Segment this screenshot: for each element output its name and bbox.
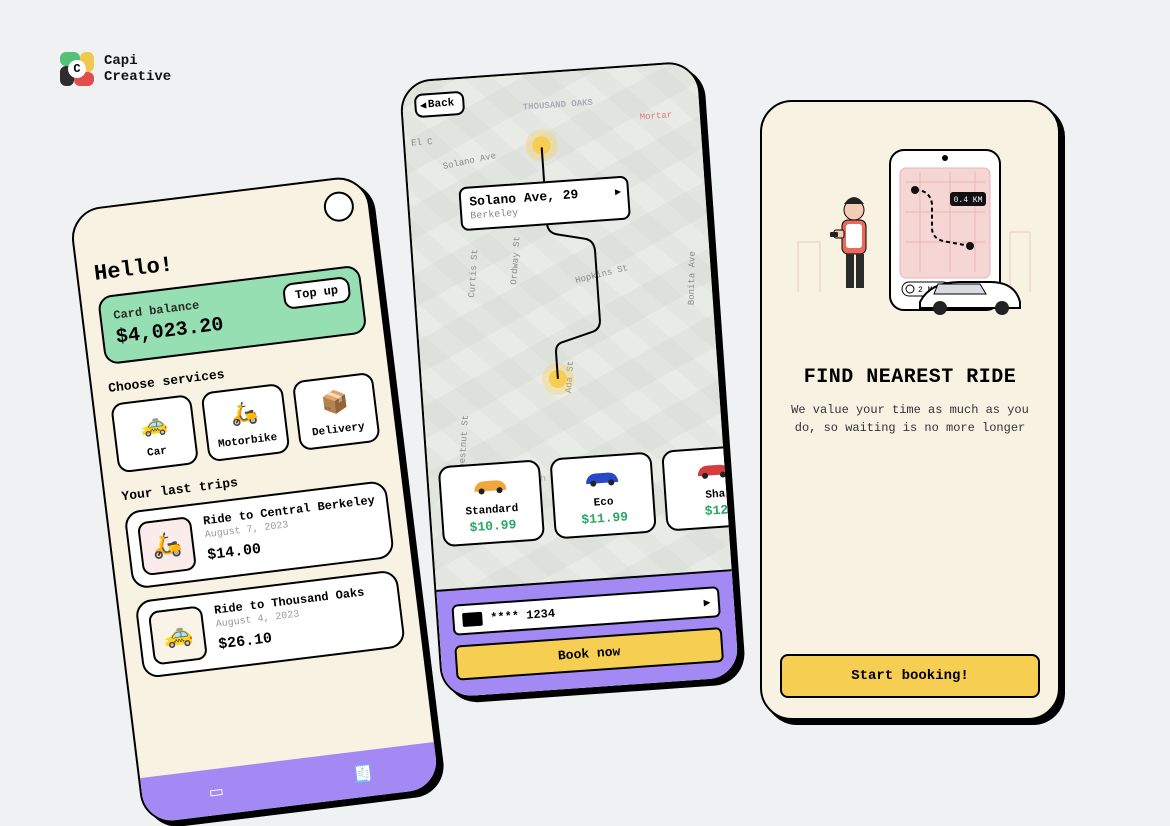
phone-onboarding: 0.4 KM 2 MIN FIND NEARE: [760, 100, 1060, 720]
onboarding-illustration: 0.4 KM 2 MIN: [780, 122, 1040, 342]
card-last4: **** 1234: [490, 606, 556, 624]
map-canvas[interactable]: THOUSAND OAKS Solano Ave Beverly Pl Hopk…: [401, 62, 739, 697]
service-car[interactable]: 🚕 Car: [110, 394, 199, 473]
ride-eco[interactable]: Eco $11.99: [549, 452, 656, 540]
logo-mark: C: [60, 52, 94, 86]
svg-text:0.4 KM: 0.4 KM: [954, 196, 983, 205]
street-label: Ordway St: [509, 236, 522, 285]
onboard-subtitle: We value your time as much as you do, so…: [780, 401, 1040, 437]
chevron-right-icon: ▸: [614, 184, 621, 199]
trip-card[interactable]: 🚕 Ride to Thousand Oaks August 4, 2023 $…: [134, 569, 406, 679]
brand-logo: C CapiCreative: [60, 52, 171, 86]
area-label: THOUSAND OAKS: [523, 98, 594, 113]
ride-options: Standard $10.99 Eco $11.99 Sha $12: [438, 444, 742, 548]
phone-map: THOUSAND OAKS Solano Ave Beverly Pl Hopk…: [399, 60, 742, 699]
onboard-title: FIND NEAREST RIDE: [780, 366, 1040, 389]
street-label: Curtis St: [467, 249, 480, 298]
address-card[interactable]: ▸ Solano Ave, 29 Berkeley: [458, 175, 631, 231]
car-icon: [450, 470, 530, 505]
receipt-icon[interactable]: 🧾: [349, 759, 378, 788]
chevron-right-icon: ▸: [703, 595, 710, 610]
wallet-icon[interactable]: ▭: [202, 777, 231, 806]
logo-text: CapiCreative: [104, 53, 171, 85]
car-icon: [562, 462, 642, 497]
payment-selector[interactable]: **** 1234 ▸: [451, 586, 721, 636]
origin-pin: [524, 128, 558, 162]
bottom-nav: ▭ 🧾: [140, 742, 439, 824]
car-icon: 🚕: [148, 605, 208, 665]
motorbike-icon: 🛵: [137, 516, 197, 576]
phone-home: Hello! Top up Card balance $4,023.20 Cho…: [68, 174, 441, 826]
street-label: Solano Ave: [442, 151, 497, 172]
route-line: [537, 140, 614, 384]
car-icon: [674, 455, 741, 490]
poi-label: Mortar: [640, 110, 673, 122]
service-delivery[interactable]: 📦 Delivery: [292, 372, 381, 451]
poi-label: El C: [411, 137, 433, 148]
booking-sheet: **** 1234 ▸ Book now: [436, 569, 739, 697]
package-icon: 📦: [299, 382, 372, 424]
service-motorbike[interactable]: 🛵 Motorbike: [201, 383, 290, 462]
book-button[interactable]: Book now: [454, 627, 724, 681]
car-icon: 🚕: [117, 405, 190, 447]
start-booking-button[interactable]: Start booking!: [780, 654, 1040, 698]
motorbike-icon: 🛵: [208, 394, 281, 436]
street-label: Hopkins St: [574, 263, 629, 286]
street-label: Bonita Ave: [687, 251, 698, 305]
chevron-left-icon: ◂: [420, 98, 426, 112]
ride-shared[interactable]: Sha $12: [661, 444, 741, 532]
ride-standard[interactable]: Standard $10.99: [438, 459, 545, 547]
back-button[interactable]: ◂ Back: [414, 91, 465, 118]
card-icon: [462, 611, 483, 626]
